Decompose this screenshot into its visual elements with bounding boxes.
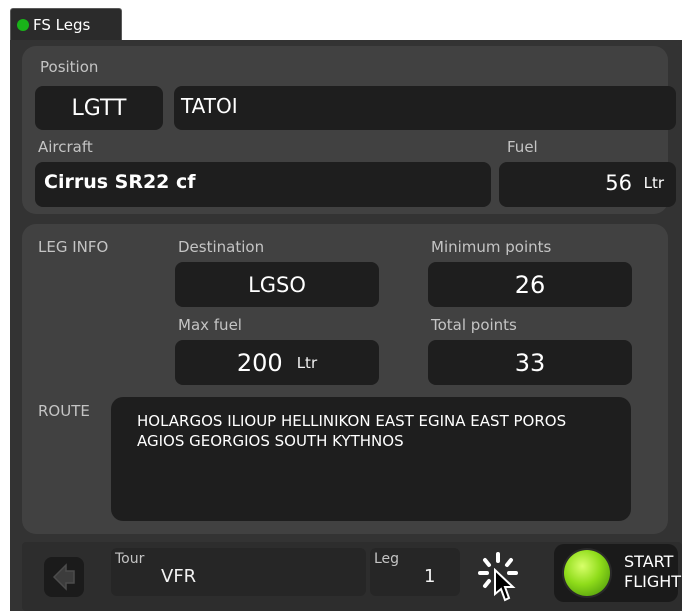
start-label-line1: START — [624, 552, 674, 571]
position-panel: Position LGTT TATOI Aircraft Fuel Cirrus… — [22, 46, 676, 214]
total-points-field[interactable]: 33 — [428, 340, 632, 385]
leg-label: Leg — [374, 551, 400, 567]
start-flight-button[interactable]: START FLIGHT — [554, 544, 681, 602]
window-title: FS Legs — [33, 16, 91, 34]
position-name-field[interactable]: TATOI — [174, 86, 676, 130]
fs-legs-window: Position LGTT TATOI Aircraft Fuel Cirrus… — [10, 40, 682, 611]
destination-label: Destination — [178, 238, 265, 256]
start-flight-label: START FLIGHT — [624, 552, 681, 592]
position-icao-value: LGTT — [71, 95, 127, 121]
tour-field[interactable]: Tour VFR — [111, 548, 366, 596]
max-fuel-value: 200 — [236, 348, 283, 377]
max-fuel-field[interactable]: 200 Ltr — [175, 340, 379, 385]
leg-value: 1 — [424, 566, 436, 587]
aircraft-label: Aircraft — [38, 138, 93, 156]
position-icao-field[interactable]: LGTT — [35, 86, 163, 130]
total-points-label: Total points — [431, 316, 517, 334]
green-light-icon — [564, 550, 610, 596]
window-tab[interactable]: FS Legs — [10, 8, 122, 40]
tour-label: Tour — [115, 551, 145, 567]
route-field[interactable]: HOLARGOS ILIOUP HELLINIKON EAST EGINA EA… — [111, 397, 631, 521]
fuel-field[interactable]: 56 Ltr — [499, 162, 676, 207]
route-text: HOLARGOS ILIOUP HELLINIKON EAST EGINA EA… — [137, 412, 567, 450]
back-arrow-icon — [52, 563, 75, 591]
leg-info-panel: LEG INFO Destination Minimum points LGSO… — [22, 224, 668, 534]
position-name-value: TATOI — [181, 94, 238, 118]
leg-info-label: LEG INFO — [38, 238, 109, 256]
max-fuel-unit: Ltr — [296, 353, 318, 372]
status-dot-icon — [17, 19, 29, 31]
min-points-value: 26 — [514, 270, 546, 299]
fuel-label: Fuel — [507, 138, 538, 156]
start-label-line2: FLIGHT — [624, 572, 682, 591]
fuel-unit: Ltr — [643, 174, 664, 192]
back-button[interactable] — [44, 557, 84, 597]
min-points-field[interactable]: 26 — [428, 262, 632, 307]
footer-bar: Tour VFR Leg 1 START FLIGHT — [22, 542, 682, 611]
route-label: ROUTE — [38, 402, 90, 420]
aircraft-value: Cirrus SR22 cf — [44, 171, 196, 193]
total-points-value: 33 — [514, 348, 546, 377]
destination-field[interactable]: LGSO — [175, 262, 379, 307]
destination-value: LGSO — [248, 272, 306, 297]
position-label: Position — [40, 58, 99, 76]
min-points-label: Minimum points — [431, 238, 552, 256]
aircraft-field[interactable]: Cirrus SR22 cf — [35, 162, 491, 207]
leg-field[interactable]: Leg 1 — [370, 548, 460, 596]
max-fuel-label: Max fuel — [178, 316, 242, 334]
fuel-value: 56 — [605, 171, 632, 195]
tour-value: VFR — [161, 566, 197, 587]
mouse-cursor-icon — [494, 568, 516, 602]
